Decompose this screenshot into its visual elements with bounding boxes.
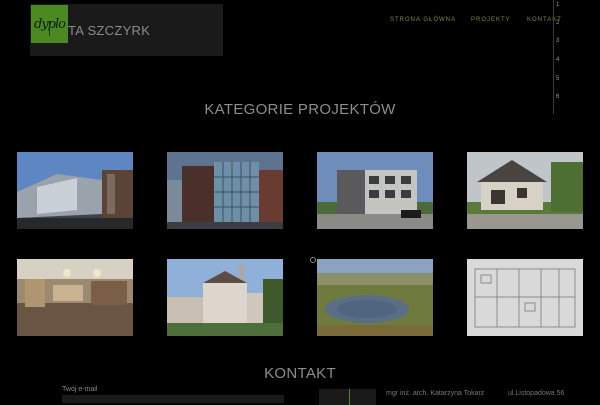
thumb-landscape-lake[interactable] [317,259,433,336]
thumb-interior[interactable] [17,259,133,336]
rail-item-3[interactable]: 3 [556,38,559,44]
contact-address: ul.Listopadowa 56 [508,390,565,397]
rail-item-1[interactable]: 1 [556,2,559,8]
thumb-glass-office[interactable] [167,152,283,229]
thumb-historic-factory[interactable] [167,259,283,336]
contact-title: KONTAKT [264,365,336,382]
rail-item-4[interactable]: 4 [556,57,559,63]
categories-title: KATEGORIE PROJEKTÓW [204,101,396,118]
thumb-floor-plan[interactable] [467,259,583,336]
email-field[interactable] [62,395,284,403]
rail-item-5[interactable]: 5 [556,76,559,82]
carousel-dot[interactable] [310,257,316,263]
rail-item-6[interactable]: 6 [556,94,559,100]
logo-divider [49,22,50,36]
thumb-apartment-block[interactable] [317,152,433,229]
email-label: Twój e-mail [62,386,98,393]
site-title: TA SZCZYRK [68,23,151,38]
rail-item-2[interactable]: 2 [556,20,559,26]
thumb-cultural-building[interactable] [17,152,133,229]
side-rail-line [553,0,554,114]
contact-name: mgr inż. arch. Katarzyna Tokarz [386,390,485,397]
thumb-family-house[interactable] [467,152,583,229]
nav-home[interactable]: STRONA GŁÓWNA [390,17,456,23]
contact-logo [319,389,376,405]
nav-projects[interactable]: PROJEKTY [471,17,511,23]
